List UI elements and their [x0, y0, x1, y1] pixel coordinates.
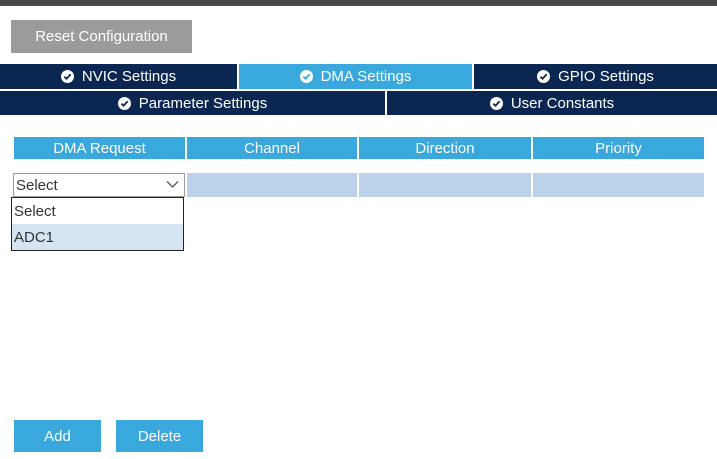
- cell-priority[interactable]: [533, 173, 704, 197]
- reset-configuration-button[interactable]: Reset Configuration: [11, 20, 192, 53]
- tab-parameter-settings[interactable]: Parameter Settings: [0, 91, 385, 115]
- tab-user-constants[interactable]: User Constants: [385, 91, 717, 115]
- check-circle-icon: [489, 96, 503, 110]
- window-title-bar: [0, 0, 717, 6]
- tab-nvic-settings[interactable]: NVIC Settings: [0, 64, 237, 89]
- check-circle-icon: [537, 70, 551, 83]
- option-select[interactable]: Select: [12, 198, 183, 224]
- tab-label: NVIC Settings: [81, 68, 177, 85]
- check-circle-icon: [117, 96, 131, 110]
- check-circle-icon: [299, 70, 313, 83]
- header-priority: Priority: [533, 137, 704, 159]
- header-direction: Direction: [359, 137, 531, 159]
- tab-label: DMA Settings: [320, 68, 412, 85]
- header-dma-request: DMA Request: [14, 137, 185, 159]
- dma-request-select[interactable]: Select: [13, 173, 185, 197]
- select-value: Select: [16, 176, 58, 194]
- tab-dma-settings[interactable]: DMA Settings: [237, 64, 472, 89]
- tab-bar-row1: NVIC Settings DMA Settings GPIO Settings: [0, 64, 717, 89]
- tab-label: Parameter Settings: [138, 94, 268, 112]
- check-circle-icon: [60, 70, 74, 83]
- tab-gpio-settings[interactable]: GPIO Settings: [472, 64, 717, 89]
- add-button[interactable]: Add: [14, 420, 101, 452]
- cell-direction[interactable]: [359, 173, 531, 197]
- dma-table-header: DMA Request Channel Direction Priority: [14, 137, 704, 159]
- cell-channel[interactable]: [187, 173, 357, 197]
- option-adc1[interactable]: ADC1: [12, 224, 183, 250]
- header-channel: Channel: [187, 137, 357, 159]
- chevron-down-icon: [166, 181, 179, 188]
- delete-button[interactable]: Delete: [116, 420, 203, 452]
- tab-label: GPIO Settings: [558, 68, 654, 85]
- dma-request-dropdown: Select ADC1: [11, 197, 184, 251]
- tab-label: User Constants: [510, 94, 615, 112]
- tab-bar-row2: Parameter Settings User Constants: [0, 91, 717, 115]
